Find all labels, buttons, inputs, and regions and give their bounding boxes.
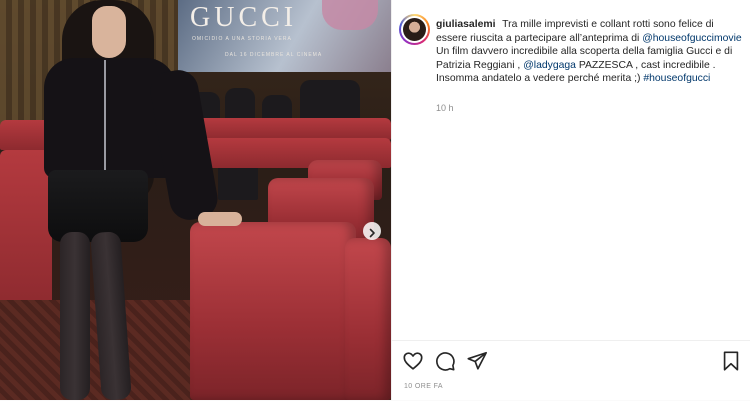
avatar[interactable]: [399, 14, 430, 45]
username-link[interactable]: giuliasalemi: [436, 19, 495, 30]
like-button[interactable]: [402, 350, 424, 372]
instagram-post: GUCCI OMICIDIO A UNA STORIA VERA DAL 16 …: [0, 0, 750, 400]
mention-lady-gaga[interactable]: @ladygaga: [523, 60, 576, 71]
screen-title: GUCCI: [190, 2, 298, 33]
screen-date: DAL 16 DICEMBRE AL CINEMA: [225, 52, 323, 58]
post-timestamp[interactable]: 10 ORE FA: [404, 383, 443, 390]
heart-icon: [403, 352, 423, 370]
avatar-ring: [401, 16, 428, 43]
hashtag-house-of-gucci[interactable]: #houseofgucci: [643, 73, 710, 84]
person-face: [92, 6, 126, 58]
seat-back: [190, 222, 356, 400]
avatar-image: [403, 18, 426, 41]
person-hand: [198, 212, 242, 226]
screen-figure: [322, 0, 378, 30]
caption-time: 10 h: [436, 103, 454, 113]
share-button[interactable]: [466, 350, 488, 372]
save-button[interactable]: [720, 350, 742, 372]
seat-row: [0, 150, 52, 310]
bookmark-icon: [723, 351, 739, 371]
screen-subtitle: OMICIDIO A UNA STORIA VERA: [192, 36, 292, 42]
person-shorts: [48, 170, 148, 242]
seat-back: [345, 238, 391, 400]
seat-row: [180, 118, 391, 140]
comment-icon: [436, 352, 455, 371]
post-photo[interactable]: GUCCI OMICIDIO A UNA STORIA VERA DAL 16 …: [0, 0, 391, 400]
comment-button[interactable]: [434, 350, 456, 372]
mention-house-of-gucci-movie[interactable]: @houseofguccimovie: [642, 33, 742, 44]
send-icon: [467, 351, 487, 370]
next-photo-button[interactable]: [363, 222, 381, 240]
action-bar: 10 ORE FA: [392, 340, 750, 401]
post-sidebar: giuliasalemi Tra mille imprevisti e coll…: [391, 0, 750, 400]
chevron-right-icon: [369, 228, 375, 238]
post-caption: giuliasalemi Tra mille imprevisti e coll…: [436, 18, 744, 86]
person-leg: [60, 232, 90, 400]
